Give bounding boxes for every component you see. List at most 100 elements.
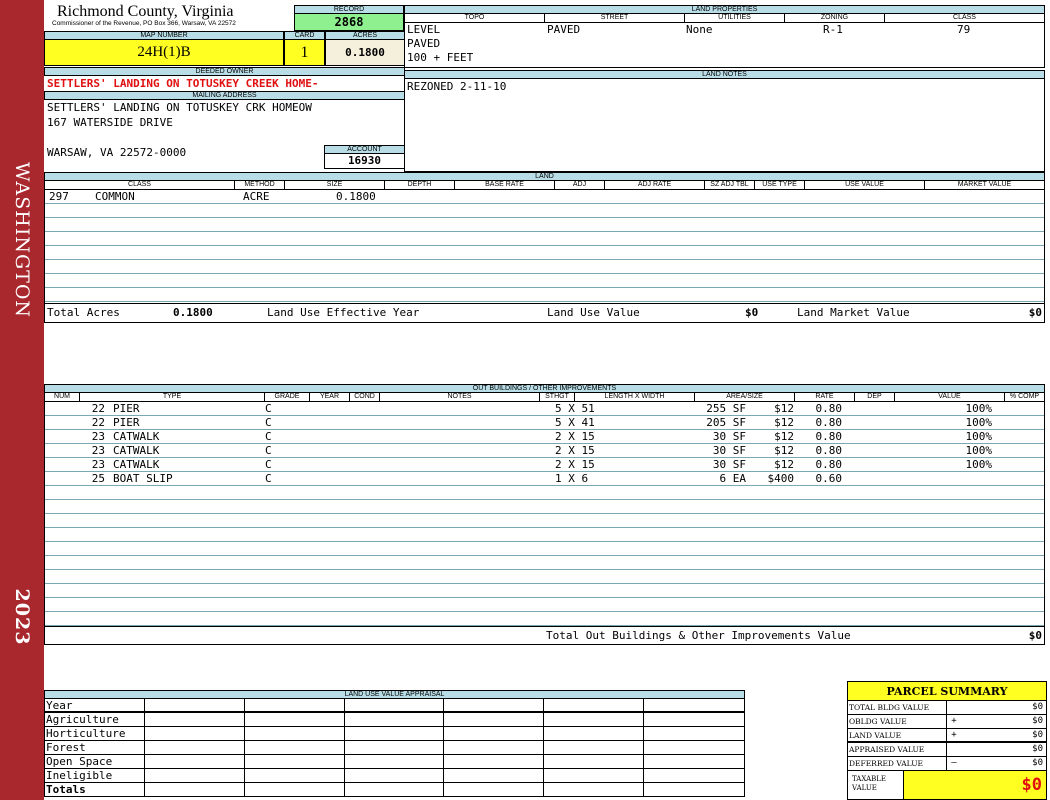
ob-dep: 0.60 [815, 472, 843, 485]
ob-area: 30 SF [712, 430, 746, 443]
land-row [45, 260, 1044, 274]
land-use-cell [644, 727, 744, 740]
topo-3: 100 + FEET [407, 51, 474, 64]
outbuilding-row: 23 CATWALK C 2 X 15 30 SF $12 0.80 100% [45, 458, 1044, 472]
outbuilding-row [45, 514, 1044, 528]
land-col-adj: ADJ [555, 181, 605, 189]
land-use-row: Horticulture [45, 727, 744, 741]
land-use-cell [544, 755, 645, 768]
ob-dep: 0.80 [815, 458, 843, 471]
outbuilding-row [45, 584, 1044, 598]
county-title: Richmond County, Virginia [57, 3, 234, 20]
outbuildings-total-value: $0 [1028, 629, 1042, 642]
mailing-line-1: SETTLERS' LANDING ON TOTUSKEY CRK HOMEOW [47, 101, 312, 114]
ob-num: 25 [91, 472, 105, 485]
col-street: STREET [545, 14, 685, 22]
land-col-size: SIZE [285, 181, 385, 189]
land-use-cell [245, 783, 345, 796]
outbuildings-headers: NUM TYPE GRADE YEAR COND NOTES STHGT LEN… [44, 393, 1045, 402]
summary-sign: + [951, 716, 957, 726]
outbuilding-row [45, 598, 1044, 612]
land-use-label: Year [45, 699, 145, 712]
land-use-appraisal: LAND USE VALUE APPRAISAL Year Agriculture… [44, 690, 745, 800]
acres-label: ACRES [325, 31, 405, 40]
ob-type: PIER [113, 416, 140, 429]
ob-col-num: NUM [45, 393, 80, 401]
summary-sign [947, 701, 961, 714]
taxable-label: TAXABLE VALUE [848, 771, 904, 799]
land-use-cell [245, 769, 345, 782]
district-name: WASHINGTON [11, 161, 33, 319]
land-use-cell [145, 727, 245, 740]
land-use-cell [444, 783, 545, 796]
ob-area: 255 SF [706, 402, 746, 415]
ob-area: 30 SF [712, 458, 746, 471]
map-number-cell: MAP NUMBER 24H(1)B [44, 31, 284, 66]
total-acres-label: Total Acres [47, 306, 120, 319]
ob-type: BOAT SLIP [113, 472, 173, 485]
land-col-class: CLASS [45, 181, 235, 189]
ob-area: 205 SF [706, 416, 746, 429]
land-size: 0.1800 [336, 190, 376, 203]
map-number-label: MAP NUMBER [44, 31, 284, 40]
summary-row: OBLDG VALUE + $0 [848, 715, 1046, 729]
land-row [45, 232, 1044, 246]
land-use-cell [245, 713, 345, 726]
account-label: ACCOUNT [324, 145, 405, 154]
acres-value: 0.1800 [325, 40, 405, 66]
ob-dep: 0.80 [815, 430, 843, 443]
ob-rate: $12 [774, 416, 794, 429]
ob-col-year: YEAR [310, 393, 350, 401]
land-use-cell [644, 699, 744, 711]
deeded-owner-label: DEEDED OWNER [44, 67, 405, 76]
summary-sign: – [951, 758, 957, 768]
zoning-value: R-1 [823, 23, 843, 36]
land-use-cell [544, 727, 645, 740]
land-properties-values: LEVEL PAVED 100 + FEET PAVED None R-1 79 [404, 23, 1045, 68]
land-use-cell [544, 741, 645, 754]
parcel-summary: PARCEL SUMMARY TOTAL BLDG VALUE $0 OBLDG V… [847, 681, 1047, 800]
land-use-cell [345, 755, 445, 768]
land-properties: LAND PROPERTIES TOPO STREET UTILITIES ZO… [404, 5, 1045, 68]
land-notes: LAND NOTES REZONED 2-11-10 [404, 70, 1045, 172]
land-use-cell [444, 755, 545, 768]
summary-sign: + [951, 730, 957, 740]
land-properties-title: LAND PROPERTIES [404, 5, 1045, 14]
ob-length-width: 5 X 51 [555, 402, 595, 415]
land-class: COMMON [95, 190, 135, 203]
deeded-owner-name: SETTLERS' LANDING ON TOTUSKEY CREEK HOME… [47, 77, 319, 90]
summary-row: TOTAL BLDG VALUE $0 [848, 701, 1046, 715]
tax-year: 2023 [11, 588, 33, 646]
ob-dep: 0.80 [815, 402, 843, 415]
sidebar-band: WASHINGTON 2023 [0, 0, 44, 800]
land-use-cell [544, 699, 645, 711]
acres-cell: ACRES 0.1800 [325, 31, 405, 66]
ob-grade: C [265, 458, 272, 471]
ob-col-area: AREA/SIZE [695, 393, 795, 401]
outbuilding-row [45, 556, 1044, 570]
topo-values: LEVEL PAVED 100 + FEET [407, 23, 473, 65]
land-col-adj-rate: ADJ RATE [605, 181, 705, 189]
land-use-cell [644, 755, 744, 768]
ob-rate: $12 [774, 458, 794, 471]
ob-comp: 100% [965, 416, 993, 429]
land-use-row: Open Space [45, 755, 744, 769]
land-use-cell [444, 727, 545, 740]
ob-col-type: TYPE [80, 393, 265, 401]
summary-label: TOTAL BLDG VALUE [848, 701, 947, 714]
land-use-cell [644, 783, 744, 796]
land-use-cell [444, 699, 545, 711]
ob-length-width: 1 X 6 [555, 472, 589, 485]
land-row [45, 204, 1044, 218]
ob-comp: 100% [965, 402, 993, 415]
land-use-row: Ineligible [45, 769, 744, 783]
land-use-cell [345, 727, 445, 740]
land-use-label: Horticulture [45, 727, 145, 740]
ob-num: 23 [91, 458, 105, 471]
land-use-cell [544, 713, 645, 726]
land-use-cell [644, 713, 744, 726]
outbuilding-row: 25 BOAT SLIP C 1 X 6 6 EA $400 0.60 [45, 472, 1044, 486]
outbuilding-row: 22 PIER C 5 X 41 205 SF $12 0.80 100% [45, 416, 1044, 430]
land-use-cell [544, 783, 645, 796]
land-code: 297 [49, 190, 69, 203]
